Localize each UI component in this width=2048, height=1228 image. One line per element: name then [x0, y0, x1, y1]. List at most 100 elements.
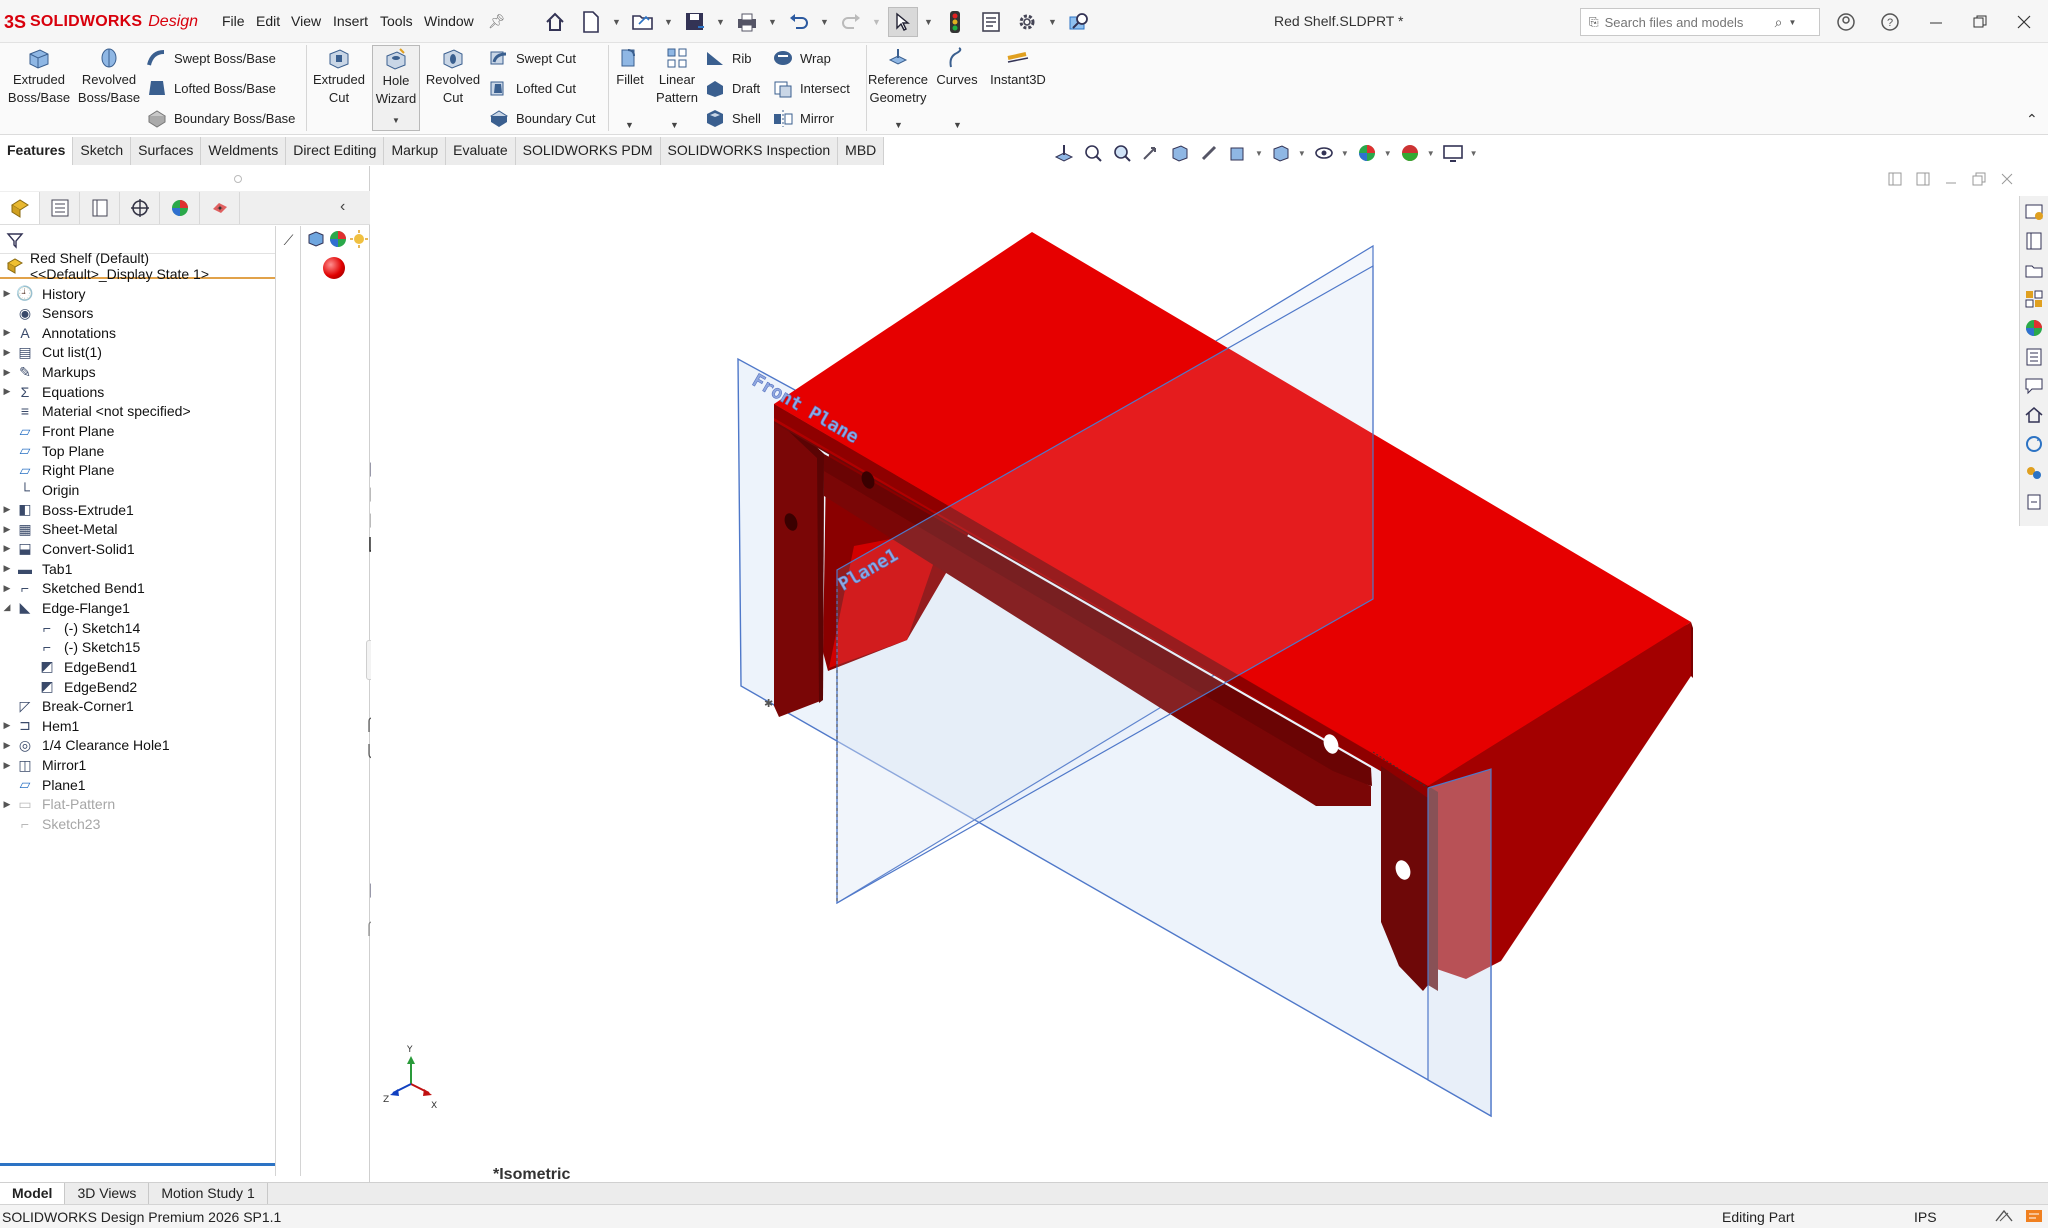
- wrap-button[interactable]: Wrap: [770, 46, 831, 70]
- home-icon[interactable]: [540, 7, 570, 37]
- forum-icon[interactable]: [2021, 373, 2047, 399]
- tab-3d-views[interactable]: 3D Views: [65, 1183, 150, 1205]
- dynamic-annotation-icon[interactable]: [1197, 141, 1221, 165]
- hole-wizard-button[interactable]: Hole Wizard ▼: [372, 45, 420, 131]
- view-settings-icon[interactable]: [1441, 141, 1465, 165]
- custom-properties-icon[interactable]: [2021, 344, 2047, 370]
- tab-motion-study-1[interactable]: Motion Study 1: [149, 1183, 268, 1205]
- viewport-minimize-icon[interactable]: [1937, 166, 1965, 192]
- panel-splitter-handle[interactable]: [234, 175, 242, 183]
- tab-solidworks-inspection[interactable]: SOLIDWORKS Inspection: [660, 137, 839, 165]
- collapse-ribbon-icon[interactable]: ⌃: [2026, 111, 2038, 128]
- sync-icon[interactable]: [2021, 431, 2047, 457]
- lofted-cut-button[interactable]: Lofted Cut: [486, 76, 576, 100]
- pin-icon[interactable]: 📌︎: [488, 13, 506, 30]
- configuration-manager-icon[interactable]: [80, 191, 120, 224]
- display-style-caret-icon[interactable]: ▼: [1298, 149, 1306, 158]
- edit-appearance-icon[interactable]: [1355, 141, 1379, 165]
- revolved-boss-button[interactable]: Revolved Boss/Base: [76, 45, 142, 107]
- mirror-button[interactable]: Mirror: [770, 106, 834, 130]
- view-selector-caret-icon[interactable]: ▼: [1255, 149, 1263, 158]
- expand-arrow-icon[interactable]: ▶: [0, 543, 14, 554]
- expand-arrow-icon[interactable]: ▶: [0, 524, 14, 535]
- options-caret-icon[interactable]: ▼: [1048, 17, 1058, 27]
- viewport-restore-icon[interactable]: [1965, 166, 1993, 192]
- new-document-icon[interactable]: [576, 7, 606, 37]
- tab-model[interactable]: Model: [0, 1183, 66, 1205]
- view-selector-icon[interactable]: [1226, 141, 1250, 165]
- rebuild-status-icon[interactable]: [1994, 1207, 2014, 1228]
- collaboration-icon[interactable]: [2021, 460, 2047, 486]
- solidworks-logo[interactable]: 3S SOLIDWORKS Design: [4, 10, 198, 34]
- close-window-icon[interactable]: [2008, 8, 2040, 36]
- undo-icon[interactable]: [784, 7, 814, 37]
- notifications-icon[interactable]: [2024, 1207, 2044, 1228]
- reference-geometry-caret-icon[interactable]: ▼: [894, 120, 903, 130]
- graphics-area[interactable]: ✱ Front Plane Plane1 Y Z X *Isometric: [371, 166, 2048, 1183]
- expand-arrow-icon[interactable]: ▶: [0, 563, 14, 574]
- expand-arrow-icon[interactable]: ▶: [0, 740, 14, 751]
- menu-edit[interactable]: Edit: [256, 13, 280, 29]
- expand-arrow-icon[interactable]: ▶: [0, 288, 14, 299]
- expand-arrow-icon[interactable]: ▶: [0, 504, 14, 515]
- tab-surfaces[interactable]: Surfaces: [131, 137, 202, 165]
- revolved-cut-button[interactable]: Revolved Cut: [420, 45, 486, 107]
- hide-show-items-icon[interactable]: [1312, 141, 1336, 165]
- tab-features[interactable]: Features: [0, 137, 74, 165]
- property-manager-icon[interactable]: [40, 191, 80, 224]
- undo-caret-icon[interactable]: ▼: [820, 17, 830, 27]
- redo-caret-icon[interactable]: ▼: [872, 17, 882, 27]
- swept-cut-button[interactable]: Swept Cut: [486, 46, 576, 70]
- display-manager-icon[interactable]: [160, 191, 200, 224]
- tab-evaluate[interactable]: Evaluate: [446, 137, 516, 165]
- tab-markup[interactable]: Markup: [384, 137, 447, 165]
- expand-arrow-icon[interactable]: ▶: [0, 583, 14, 594]
- expand-arrow-icon[interactable]: ▶: [0, 720, 14, 731]
- lofted-boss-button[interactable]: Lofted Boss/Base: [144, 76, 276, 100]
- expand-arrow-icon[interactable]: ▶: [0, 760, 14, 771]
- red-appearance-ball-icon[interactable]: [323, 257, 345, 279]
- open-caret-icon[interactable]: ▼: [664, 17, 674, 27]
- scene-caret-icon[interactable]: ▼: [1427, 149, 1435, 158]
- redo-icon[interactable]: [836, 7, 866, 37]
- apply-scene-icon[interactable]: [1398, 141, 1422, 165]
- pattern-caret-icon[interactable]: ▼: [670, 120, 679, 130]
- curves-caret-icon[interactable]: ▼: [953, 120, 962, 130]
- view-orientation-icon[interactable]: [1052, 141, 1076, 165]
- menu-file[interactable]: File: [222, 13, 245, 29]
- model-view[interactable]: ✱ Front Plane Plane1 Y Z X: [371, 166, 2048, 1182]
- task-pane-more-icon[interactable]: [2021, 489, 2047, 515]
- tab-sketch[interactable]: Sketch: [73, 137, 132, 165]
- collapse-arrow-icon[interactable]: ◢: [0, 602, 14, 613]
- intersect-button[interactable]: Intersect: [770, 76, 850, 100]
- split-right-icon[interactable]: [1909, 166, 1937, 192]
- featuremanager-tree-icon[interactable]: [0, 191, 40, 224]
- extruded-boss-button[interactable]: Extruded Boss/Base: [6, 45, 72, 107]
- appearances-scenes-icon[interactable]: [2021, 315, 2047, 341]
- zoom-to-area-icon[interactable]: [1110, 141, 1134, 165]
- open-folder-icon[interactable]: [628, 7, 658, 37]
- search-box[interactable]: ⎘ ⌕ ▼: [1580, 8, 1820, 36]
- expand-arrow-icon[interactable]: ▶: [0, 799, 14, 810]
- reference-geometry-button[interactable]: Reference Geometry: [866, 45, 930, 107]
- linear-pattern-button[interactable]: Linear Pattern: [652, 45, 702, 107]
- restore-window-icon[interactable]: [1964, 8, 1996, 36]
- tab-direct-editing[interactable]: Direct Editing: [286, 137, 385, 165]
- save-caret-icon[interactable]: ▼: [716, 17, 726, 27]
- collapse-panel-chevron-icon[interactable]: ‹: [340, 198, 345, 216]
- boundary-boss-button[interactable]: Boundary Boss/Base: [144, 106, 295, 130]
- tab-weldments[interactable]: Weldments: [201, 137, 287, 165]
- draft-button[interactable]: Draft: [702, 76, 760, 100]
- design-library-icon[interactable]: [2021, 228, 2047, 254]
- view-settings-caret-icon[interactable]: ▼: [1470, 149, 1478, 158]
- expand-arrow-icon[interactable]: ▶: [0, 327, 14, 338]
- view-palette-icon[interactable]: [2021, 286, 2047, 312]
- appearance-caret-icon[interactable]: ▼: [1384, 149, 1392, 158]
- appearance-column-icon[interactable]: [328, 229, 349, 252]
- expand-arrow-icon[interactable]: ▶: [0, 347, 14, 358]
- boundary-cut-button[interactable]: Boundary Cut: [486, 106, 596, 130]
- new-caret-icon[interactable]: ▼: [612, 17, 622, 27]
- section-view-icon[interactable]: [1168, 141, 1192, 165]
- menu-view[interactable]: View: [291, 13, 321, 29]
- minimize-window-icon[interactable]: [1920, 8, 1952, 36]
